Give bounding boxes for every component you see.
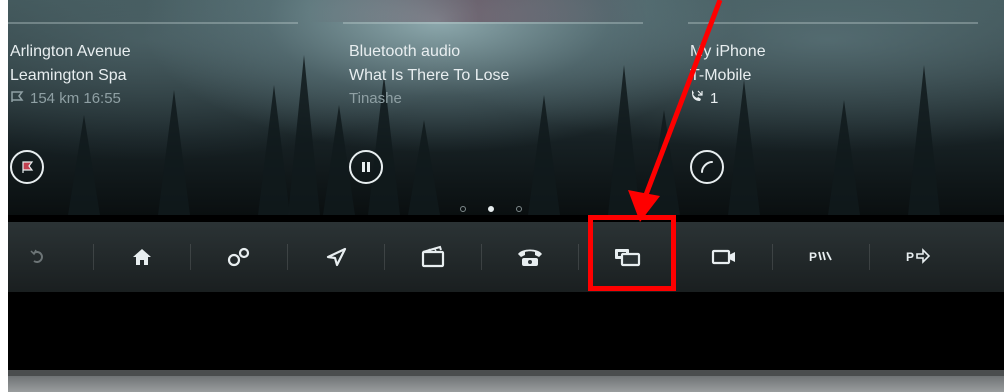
annotation-overlay bbox=[628, 0, 723, 222]
annotation-arrow-shaft bbox=[641, 0, 723, 201]
annotation-highlight-box bbox=[588, 215, 676, 291]
